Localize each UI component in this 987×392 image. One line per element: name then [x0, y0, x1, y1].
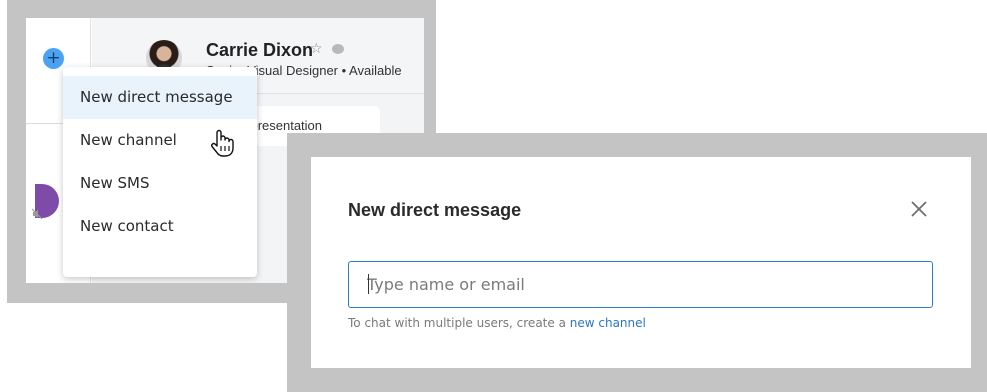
name-or-email-input[interactable]	[348, 261, 933, 308]
menu-item-new-sms[interactable]: New SMS	[63, 162, 257, 205]
mute-icon	[31, 208, 43, 220]
hand-cursor-icon	[211, 129, 234, 157]
close-icon[interactable]	[907, 197, 931, 221]
menu-item-new-direct-message[interactable]: New direct message	[63, 76, 257, 119]
helper-text: To chat with multiple users, create a ne…	[348, 316, 646, 330]
new-channel-link[interactable]: new channel	[570, 316, 646, 330]
chat-bubble-icon[interactable]	[332, 44, 344, 54]
contact-name: Carrie Dixon	[206, 40, 314, 60]
text-caret	[368, 274, 369, 294]
new-direct-message-modal: New direct message To chat with multiple…	[311, 157, 971, 368]
plus-icon[interactable]: +	[43, 48, 64, 69]
menu-item-new-contact[interactable]: New contact	[63, 205, 257, 248]
new-item-menu: New direct message New channel New SMS N…	[63, 67, 257, 277]
helper-text-prefix: To chat with multiple users, create a	[348, 316, 570, 330]
star-icon[interactable]: ☆	[310, 41, 323, 57]
modal-title: New direct message	[348, 200, 522, 220]
